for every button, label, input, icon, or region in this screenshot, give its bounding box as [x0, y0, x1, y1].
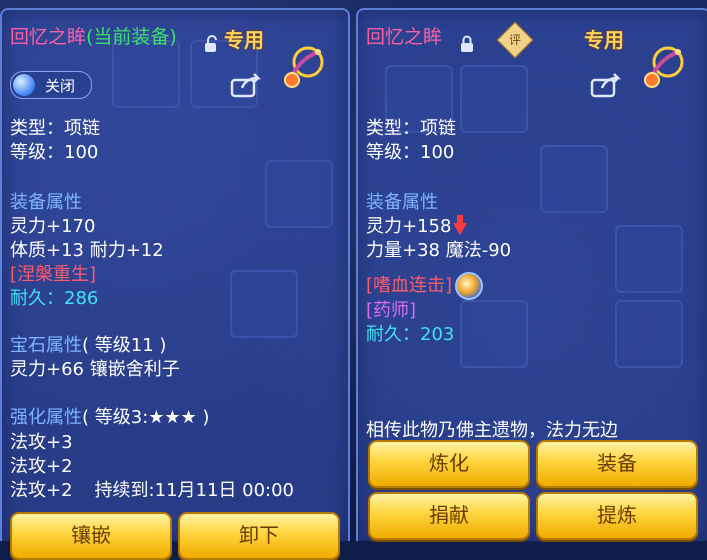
enhance-attr-title: 强化属性	[10, 407, 82, 428]
attr-line: 体质+13 耐力+12	[10, 240, 164, 261]
equip-attr-title: 装备属性	[366, 192, 438, 213]
enhance-attr-header: 强化属性( 等级3:★★★ )	[10, 407, 209, 429]
item-level: 等级：100	[10, 142, 99, 163]
rating-badge[interactable]: 评	[496, 21, 534, 59]
share-icon[interactable]	[230, 72, 262, 98]
equip-button[interactable]: 装备	[536, 440, 698, 488]
attr-value: 灵力+158	[366, 216, 452, 237]
exclusive-label: 专用	[584, 28, 624, 52]
share-icon[interactable]	[590, 72, 622, 98]
enhance-value: 法攻+2	[10, 480, 73, 501]
inlay-button[interactable]: 镶嵌	[10, 512, 172, 560]
durability-value: 203	[420, 324, 455, 345]
current-equipment-panel: 回忆之眸(当前装备) 专用 关闭 类型：项链 等级：100 装备属性 灵力+17…	[0, 8, 350, 560]
dragon-emblem-icon	[278, 40, 330, 92]
skill-name: [嗜血连击]	[366, 275, 453, 296]
item-type: 类型：项链	[10, 118, 100, 139]
enhance-line: 法攻+2 持续到:11月11日 00:00	[10, 480, 294, 502]
item-name: 回忆之眸	[366, 26, 443, 48]
gem-attr-line: 灵力+66 镶嵌舍利子	[10, 359, 180, 380]
toggle-label: 关闭	[45, 77, 76, 95]
current-equipped-label: (当前装备)	[86, 26, 177, 48]
equip-attr-title: 装备属性	[10, 192, 82, 213]
gem-level: ( 等级11 )	[82, 335, 167, 356]
rating-badge-label: 评	[508, 33, 521, 47]
enhance-line: 法攻+3	[10, 432, 73, 453]
compare-equipment-panel: 回忆之眸 评 专用 类型：项链 等级：100 装备属性 灵力+158 力量+38…	[356, 8, 707, 541]
durability-line: 耐久：203	[366, 324, 454, 346]
durability-value: 286	[64, 288, 99, 309]
item-name: 回忆之眸	[10, 26, 87, 48]
attr-line: 灵力+158	[366, 215, 468, 238]
skill-line: [嗜血连击]	[366, 272, 484, 300]
attr-line: 力量+38 魔法-90	[366, 240, 512, 261]
extract-button[interactable]: 提炼	[536, 492, 698, 540]
gem-attr-header: 宝石属性( 等级11 )	[10, 335, 166, 357]
lock-open-icon[interactable]	[202, 35, 220, 57]
item-type: 类型：项链	[366, 118, 456, 139]
toggle-knob	[13, 74, 35, 96]
item-level: 等级：100	[366, 142, 455, 163]
durability-line: 耐久：286	[10, 288, 98, 310]
exclusive-label: 专用	[224, 28, 264, 52]
durability-label: 耐久：	[10, 288, 64, 309]
item-title-line: 回忆之眸(当前装备)	[10, 26, 177, 48]
unequip-button[interactable]: 卸下	[178, 512, 340, 560]
attr-line: 灵力+170	[10, 216, 96, 237]
enhance-duration: 持续到:11月11日 00:00	[94, 480, 295, 501]
skill-icon[interactable]	[455, 272, 484, 300]
toggle-switch[interactable]: 关闭	[10, 71, 92, 99]
dragon-emblem-icon	[638, 40, 690, 92]
gem-attr-title: 宝石属性	[10, 335, 82, 356]
item-description: 相传此物乃佛主遗物，法力无边	[366, 420, 618, 441]
donate-button[interactable]: 捐献	[368, 492, 530, 540]
refine-button[interactable]: 炼化	[368, 440, 530, 488]
durability-label: 耐久：	[366, 324, 420, 345]
lock-icon[interactable]	[458, 35, 476, 57]
enhance-line: 法攻+2	[10, 456, 73, 477]
enhance-level: ( 等级3:★★★ )	[82, 407, 210, 428]
special-effect: [涅槃重生]	[10, 264, 97, 285]
down-arrow-icon	[453, 215, 468, 235]
profession-line: [药师]	[366, 300, 417, 321]
